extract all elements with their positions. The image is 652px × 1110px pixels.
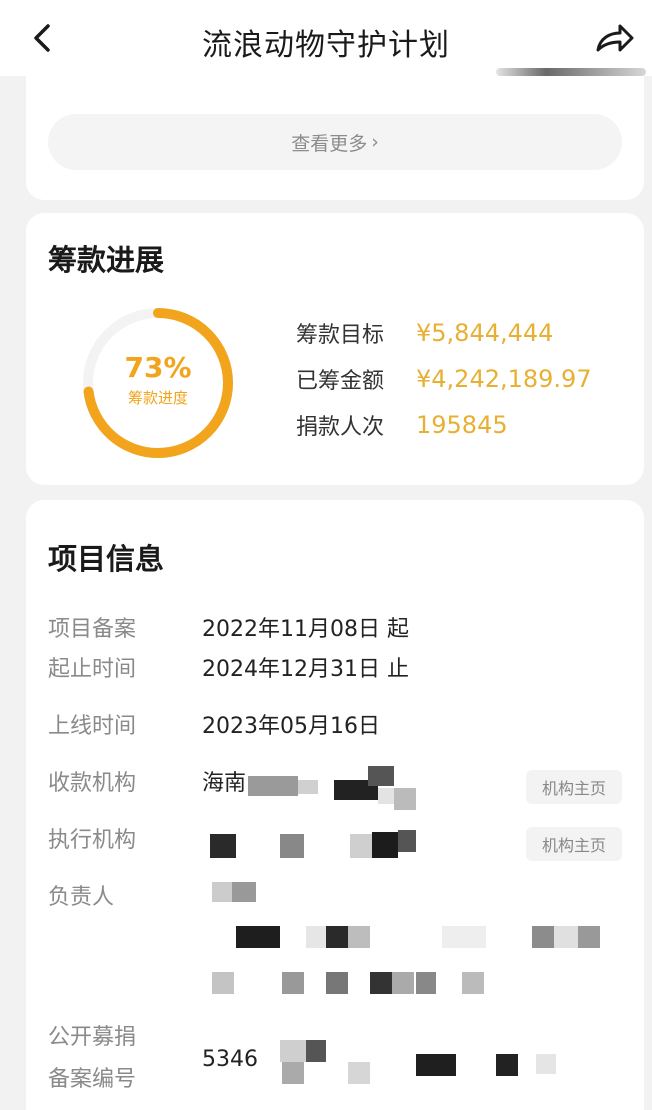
record-label-line1: 项目备案 [48, 617, 137, 642]
view-more-label: 查看更多 [291, 132, 368, 155]
target-label: 筹款目标 [296, 323, 385, 348]
donors-row: 捐款人次 195845 [296, 409, 508, 441]
raised-row: 已筹金额 ¥4,242,189.97 [296, 363, 592, 395]
page: 流浪动物守护计划 查看更多 › 筹款进展 73% 筹款进度 筹款目标 ¥5,84… [0, 0, 652, 1110]
online-time-label: 上线时间 [48, 714, 137, 739]
target-value: ¥5,844,444 [416, 319, 554, 347]
public-fundraising-number: 5346 [202, 1047, 258, 1072]
receiver-org-home-button[interactable]: 机构主页 [526, 770, 622, 804]
executor-org-label: 执行机构 [48, 828, 137, 853]
progress-percent: 73% [124, 351, 192, 384]
fundraising-section-title: 筹款进展 [48, 243, 165, 277]
view-more-button[interactable]: 查看更多 › [48, 114, 622, 170]
blurred-content [496, 68, 646, 76]
progress-label: 筹款进度 [127, 389, 188, 407]
raised-label: 已筹金额 [296, 369, 385, 394]
record-end-date: 2024年12月31日 止 [202, 657, 409, 682]
public-fundraising-label-line1: 公开募捐 [48, 1025, 137, 1050]
public-fundraising-label-line2: 备案编号 [48, 1067, 137, 1092]
chevron-right-icon: › [371, 131, 379, 153]
page-title: 流浪动物守护计划 [202, 28, 450, 63]
record-start-date: 2022年11月08日 起 [202, 617, 409, 642]
donors-label: 捐款人次 [296, 415, 385, 440]
share-arrow-icon [596, 24, 634, 52]
project-info-title: 项目信息 [48, 542, 165, 576]
project-info-card: 项目信息 项目备案 起止时间 2022年11月08日 起 2024年12月31日… [26, 500, 644, 1110]
target-row: 筹款目标 ¥5,844,444 [296, 317, 553, 349]
record-label-line2: 起止时间 [48, 657, 137, 682]
share-button[interactable] [592, 18, 636, 62]
fundraising-progress-card: 筹款进展 73% 筹款进度 筹款目标 ¥5,844,444 已筹金额 ¥4,24… [26, 213, 644, 485]
executor-org-home-button[interactable]: 机构主页 [526, 827, 622, 861]
raised-value: ¥4,242,189.97 [416, 365, 592, 393]
receiver-org-label: 收款机构 [48, 771, 137, 796]
person-in-charge-label: 负责人 [48, 885, 115, 910]
online-time-value: 2023年05月16日 [202, 714, 380, 739]
donors-value: 195845 [416, 411, 508, 439]
project-detail-card: 查看更多 › [26, 60, 646, 200]
progress-ring: 73% 筹款进度 [78, 303, 238, 463]
receiver-org-value: 海南 [202, 771, 247, 796]
